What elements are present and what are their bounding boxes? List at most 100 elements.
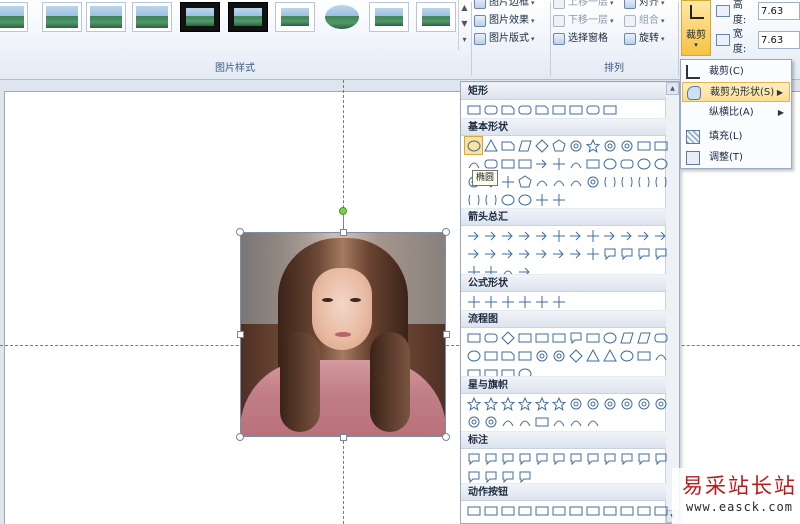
shape-item[interactable] <box>601 173 618 190</box>
shape-item[interactable] <box>465 413 482 430</box>
shape-item[interactable] <box>567 395 584 412</box>
shape-item[interactable] <box>465 395 482 412</box>
shape-item[interactable] <box>465 101 482 118</box>
shape-item[interactable] <box>567 173 584 190</box>
shape-item[interactable] <box>499 450 516 467</box>
shape-item[interactable] <box>584 137 601 154</box>
rotation-handle[interactable] <box>339 207 347 215</box>
gallery-scroll-down-icon[interactable]: ▼ <box>459 16 470 32</box>
shape-item[interactable] <box>550 227 567 244</box>
shape-item[interactable] <box>516 227 533 244</box>
shape-item[interactable] <box>601 137 618 154</box>
shape-item[interactable] <box>567 245 584 262</box>
shape-item[interactable] <box>550 329 567 346</box>
shape-item[interactable] <box>635 173 652 190</box>
shape-item[interactable] <box>550 137 567 154</box>
gallery-more-icon[interactable]: ▾ <box>459 32 470 48</box>
shape-item[interactable] <box>652 173 669 190</box>
shape-item[interactable] <box>516 245 533 262</box>
shape-item[interactable] <box>635 137 652 154</box>
shape-item[interactable] <box>499 245 516 262</box>
shape-item[interactable] <box>635 227 652 244</box>
shape-item[interactable] <box>550 191 567 208</box>
shape-item[interactable] <box>499 329 516 346</box>
shape-item[interactable] <box>550 413 567 430</box>
resize-handle-top-right[interactable] <box>442 228 450 236</box>
shape-item[interactable] <box>465 347 482 364</box>
shape-item[interactable] <box>652 450 669 467</box>
shape-item[interactable] <box>550 450 567 467</box>
picture-style-soft-edge[interactable] <box>42 2 82 32</box>
shape-item[interactable] <box>482 191 499 208</box>
shape-item[interactable] <box>533 502 550 519</box>
shape-item[interactable] <box>465 450 482 467</box>
shape-item[interactable] <box>567 137 584 154</box>
shape-item[interactable] <box>584 395 601 412</box>
shape-item[interactable] <box>465 293 482 310</box>
shape-item[interactable] <box>516 347 533 364</box>
shape-item[interactable] <box>465 502 482 519</box>
shape-item[interactable] <box>499 101 516 118</box>
shape-item[interactable] <box>601 347 618 364</box>
shape-item[interactable] <box>533 245 550 262</box>
picture-border-button[interactable]: 图片边框 ▾ <box>474 0 535 11</box>
shape-item[interactable] <box>482 245 499 262</box>
crop-menu-item-1[interactable]: 裁剪为形状(S) ▶ <box>682 82 790 102</box>
shape-item[interactable] <box>499 293 516 310</box>
shape-item[interactable] <box>499 502 516 519</box>
shape-item[interactable] <box>516 395 533 412</box>
shape-item[interactable] <box>601 155 618 172</box>
shape-item[interactable] <box>465 191 482 208</box>
shape-item[interactable] <box>550 347 567 364</box>
group-button[interactable]: 组合 ▾ <box>624 13 665 29</box>
align-button[interactable]: 对齐 ▾ <box>624 0 665 11</box>
picture-style-thick-black-frame[interactable] <box>180 2 220 32</box>
shape-item[interactable] <box>533 137 550 154</box>
rotate-button[interactable]: 旋转 ▾ <box>624 31 665 47</box>
shape-item[interactable] <box>550 502 567 519</box>
shape-item[interactable] <box>482 101 499 118</box>
shape-item[interactable] <box>516 155 533 172</box>
picture-style-double-frame[interactable] <box>369 2 409 32</box>
shape-item[interactable] <box>516 173 533 190</box>
shape-item[interactable] <box>618 347 635 364</box>
shape-item[interactable] <box>584 173 601 190</box>
shape-item[interactable] <box>584 347 601 364</box>
shape-item[interactable] <box>516 502 533 519</box>
shape-item[interactable] <box>482 329 499 346</box>
shape-item[interactable] <box>635 329 652 346</box>
height-field[interactable] <box>758 2 800 20</box>
shape-item[interactable] <box>618 227 635 244</box>
shape-item[interactable] <box>618 502 635 519</box>
resize-handle-right[interactable] <box>443 331 450 338</box>
shape-item[interactable] <box>550 173 567 190</box>
shape-item[interactable] <box>516 450 533 467</box>
shape-item[interactable] <box>550 395 567 412</box>
picture-style-plain-frame[interactable] <box>275 2 315 32</box>
crop-button[interactable]: 裁剪 ▾ <box>681 0 711 56</box>
shape-item[interactable] <box>533 347 550 364</box>
shape-item[interactable] <box>652 227 669 244</box>
resize-handle-top-left[interactable] <box>236 228 244 236</box>
shape-item[interactable] <box>652 245 669 262</box>
scroll-up-icon[interactable]: ▲ <box>666 82 679 95</box>
shape-item[interactable] <box>635 502 652 519</box>
shape-item[interactable] <box>601 101 618 118</box>
shape-item[interactable] <box>533 293 550 310</box>
shape-item[interactable] <box>499 395 516 412</box>
shape-item[interactable] <box>584 413 601 430</box>
gallery-scroll-up-icon[interactable]: ▲ <box>459 0 470 16</box>
shape-item[interactable] <box>618 173 635 190</box>
shape-oval[interactable] <box>464 136 483 155</box>
shape-item[interactable] <box>567 227 584 244</box>
shape-item[interactable] <box>533 450 550 467</box>
shape-item[interactable] <box>550 155 567 172</box>
shape-item[interactable] <box>618 137 635 154</box>
shape-item[interactable] <box>567 329 584 346</box>
shape-item[interactable] <box>499 137 516 154</box>
shape-item[interactable] <box>635 155 652 172</box>
shape-item[interactable] <box>652 347 669 364</box>
crop-menu-item-2[interactable]: 纵横比(A) ▶ <box>682 103 790 123</box>
crop-menu-item-3[interactable]: 填充(L) <box>682 127 790 147</box>
shape-item[interactable] <box>482 450 499 467</box>
